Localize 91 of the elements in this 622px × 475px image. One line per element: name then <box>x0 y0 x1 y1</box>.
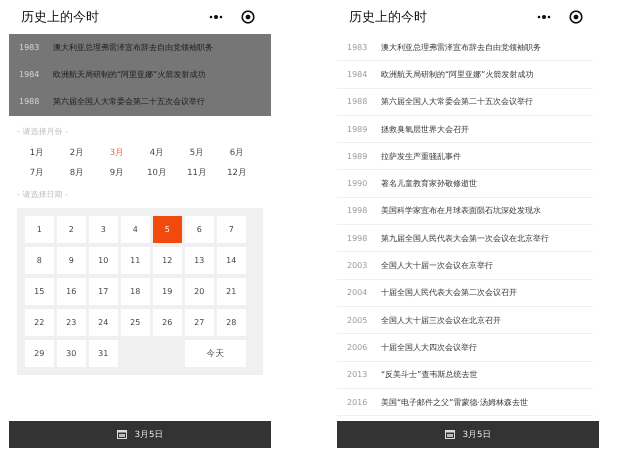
day-option[interactable]: 27 <box>185 308 214 336</box>
day-option[interactable]: 12 <box>153 246 182 274</box>
day-option[interactable]: 23 <box>57 308 86 336</box>
event-text[interactable]: 拯救臭氧层世界大会召开 <box>381 124 469 135</box>
event-year: 1984 <box>347 70 368 79</box>
event-year: 2006 <box>347 342 368 352</box>
event-text[interactable]: “反美斗士”查韦斯总统去世 <box>381 369 478 380</box>
day-option[interactable]: 18 <box>121 278 150 306</box>
more-icon[interactable] <box>209 15 223 19</box>
day-option[interactable]: 30 <box>57 340 86 368</box>
event-year: 2016 <box>347 398 368 406</box>
event-text[interactable]: 美国科学家宣布在月球表面陨石坑深处发现水 <box>381 205 541 216</box>
month-option[interactable]: 1月 <box>17 146 57 159</box>
today-button[interactable]: 今天 <box>185 340 246 368</box>
event-year: 1984 <box>19 70 40 79</box>
event-text[interactable]: 十届全国人大四次会议举行 <box>381 342 477 353</box>
app-title: 历史上的今时 <box>21 9 99 26</box>
date-bar[interactable]: 3月5日 <box>337 421 599 448</box>
event-year: 1989 <box>347 124 368 134</box>
event-year: 1990 <box>347 179 368 188</box>
day-option[interactable]: 9 <box>57 246 86 274</box>
event-text[interactable]: 全国人大十届一次会议在京举行 <box>381 260 493 272</box>
event-text[interactable]: 第六届全国人大常委会第二十五次会议举行 <box>381 96 533 108</box>
day-option[interactable]: 6 <box>185 216 214 244</box>
calendar-icon <box>116 430 127 439</box>
month-option[interactable]: 9月 <box>97 166 137 179</box>
event-year: 1988 <box>347 97 368 106</box>
day-option[interactable]: 14 <box>217 246 246 274</box>
event-year: 2004 <box>347 288 368 298</box>
event-year: 2003 <box>347 261 368 270</box>
day-option[interactable]: 28 <box>217 308 246 336</box>
calendar-icon <box>444 430 455 439</box>
day-option[interactable]: 1 <box>25 216 54 244</box>
day-option[interactable]: 2 <box>57 216 86 244</box>
day-option[interactable]: 10 <box>89 246 118 274</box>
current-date: 3月5日 <box>134 428 164 440</box>
month-option[interactable]: 6月 <box>217 146 257 159</box>
event-year: 2005 <box>347 316 368 325</box>
month-option[interactable]: 2月 <box>57 146 97 159</box>
current-date: 3月5日 <box>462 428 492 440</box>
day-option[interactable]: 3 <box>89 216 118 244</box>
event-text[interactable]: 第九届全国人民代表大会第一次会议在北京举行 <box>381 232 549 244</box>
day-option[interactable]: 17 <box>89 278 118 306</box>
month-option[interactable]: 4月 <box>137 146 177 159</box>
event-year: 1998 <box>347 206 368 216</box>
event-year: 1989 <box>347 152 368 161</box>
app-title: 历史上的今时 <box>349 9 427 26</box>
day-option[interactable]: 31 <box>89 340 118 368</box>
event-text[interactable]: 澳大利亚总理弗雷泽宣布辞去自由党领袖职务 <box>381 42 541 53</box>
month-option[interactable]: 8月 <box>57 166 97 179</box>
day-option[interactable]: 21 <box>217 278 246 306</box>
target-icon[interactable] <box>569 10 583 24</box>
event-text[interactable]: 欧洲航天局研制的“阿里亚娜”火箭发射成功 <box>381 68 534 80</box>
day-prompt: - 请选择日期 - <box>16 188 69 201</box>
month-option[interactable]: 12月 <box>217 166 257 179</box>
day-option[interactable]: 24 <box>89 308 118 336</box>
event-year: 1998 <box>347 234 368 243</box>
day-option[interactable]: 4 <box>121 216 150 244</box>
month-option[interactable]: 7月 <box>17 166 57 179</box>
day-option[interactable]: 13 <box>185 246 214 274</box>
day-option[interactable]: 5 <box>153 216 182 244</box>
event-year: 1983 <box>19 42 40 52</box>
month-option[interactable]: 11月 <box>177 166 217 179</box>
day-option[interactable]: 20 <box>185 278 214 306</box>
target-icon[interactable] <box>241 10 255 24</box>
month-option[interactable]: 10月 <box>137 166 177 179</box>
event-text[interactable]: 澳大利亚总理弗雷泽宣布辞去自由党领袖职务 <box>53 42 213 53</box>
day-option[interactable]: 7 <box>217 216 246 244</box>
event-text[interactable]: 拉萨发生严重骚乱事件 <box>381 150 461 162</box>
month-prompt: - 请选择月份 - <box>16 126 69 138</box>
event-text[interactable]: 欧洲航天局研制的“阿里亚娜”火箭发射成功 <box>53 68 206 80</box>
date-bar[interactable]: 3月5日 <box>9 421 271 448</box>
day-option[interactable]: 26 <box>153 308 182 336</box>
day-option[interactable]: 8 <box>25 246 54 274</box>
event-text[interactable]: 著名儿童教育家孙敬修逝世 <box>381 178 477 190</box>
day-option[interactable]: 15 <box>25 278 54 306</box>
day-option[interactable]: 22 <box>25 308 54 336</box>
day-option[interactable]: 19 <box>153 278 182 306</box>
day-option[interactable]: 29 <box>25 340 54 368</box>
day-option[interactable]: 25 <box>121 308 150 336</box>
event-year: 2013 <box>347 370 368 380</box>
event-text[interactable]: 美国“电子邮件之父”雷蒙德·汤姆林森去世 <box>381 396 528 408</box>
month-option[interactable]: 5月 <box>177 146 217 159</box>
event-year: 1983 <box>347 42 368 52</box>
event-text[interactable]: 全国人大十届三次会议在北京召开 <box>381 314 501 326</box>
more-icon[interactable] <box>537 15 551 19</box>
day-option[interactable]: 11 <box>121 246 150 274</box>
event-text[interactable]: 第六届全国人大常委会第二十五次会议举行 <box>53 96 205 108</box>
event-year: 1988 <box>19 97 40 106</box>
day-option[interactable]: 16 <box>57 278 86 306</box>
event-text[interactable]: 十届全国人民代表大会第二次会议召开 <box>381 287 517 298</box>
